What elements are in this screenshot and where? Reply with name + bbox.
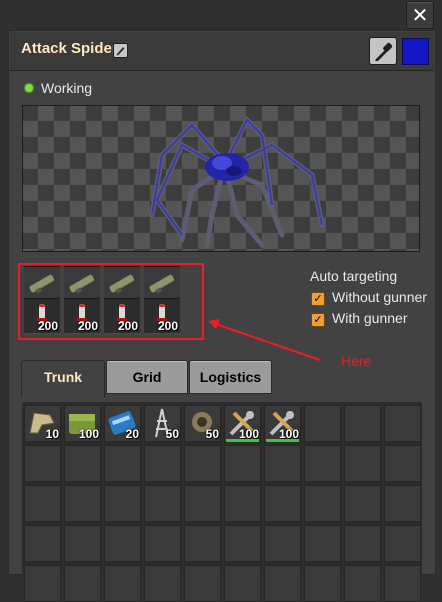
empty-slot[interactable] <box>24 565 61 602</box>
without-gunner-checkbox[interactable]: ✓ <box>311 292 325 306</box>
rocket-launcher-icon <box>149 274 175 294</box>
ammo-count: 200 <box>37 319 58 333</box>
rocket-launcher-icon <box>29 274 55 294</box>
item-count: 50 <box>205 427 219 441</box>
empty-slot[interactable] <box>184 485 221 522</box>
trunk-inventory-grid: 10 100 20 50 50 100 100 <box>22 402 422 602</box>
status-indicator-icon <box>25 84 33 92</box>
pencil-icon <box>116 47 125 56</box>
empty-slot[interactable] <box>64 565 101 602</box>
empty-slot[interactable] <box>304 525 341 562</box>
empty-slot[interactable] <box>144 485 181 522</box>
ammo-slot-1[interactable]: 200 <box>24 298 60 334</box>
empty-slot[interactable] <box>384 445 421 482</box>
without-gunner-label: Without gunner <box>332 289 427 305</box>
empty-slot[interactable] <box>104 445 141 482</box>
empty-slot[interactable] <box>304 565 341 602</box>
empty-slot[interactable] <box>144 525 181 562</box>
empty-slot[interactable] <box>24 445 61 482</box>
empty-slot[interactable] <box>64 445 101 482</box>
empty-slot[interactable] <box>64 525 101 562</box>
empty-slot[interactable] <box>104 485 141 522</box>
item-count: 10 <box>45 427 59 441</box>
trunk-slot-2[interactable]: 100 <box>64 405 101 442</box>
color-picker-button[interactable] <box>369 37 397 65</box>
empty-slot[interactable] <box>224 445 261 482</box>
rocket-launcher-icon <box>69 274 95 294</box>
checkmark-icon: ✓ <box>313 292 323 305</box>
empty-slot[interactable] <box>384 525 421 562</box>
empty-slot[interactable] <box>384 565 421 602</box>
with-gunner-checkbox[interactable]: ✓ <box>311 313 325 327</box>
annotation-arrow-icon <box>208 319 321 361</box>
close-icon: ✕ <box>411 3 429 27</box>
empty-slot[interactable] <box>184 445 221 482</box>
empty-slot[interactable] <box>304 445 341 482</box>
ammo-slot-4[interactable]: 200 <box>144 298 180 334</box>
entity-preview[interactable] <box>22 105 420 252</box>
rocket-launcher-icon <box>109 274 135 294</box>
ammo-slot-3[interactable]: 200 <box>104 298 140 334</box>
empty-slot[interactable] <box>104 525 141 562</box>
close-button[interactable]: ✕ <box>406 1 434 29</box>
empty-slot[interactable] <box>184 565 221 602</box>
tab-trunk[interactable]: Trunk <box>21 360 105 398</box>
empty-slot[interactable] <box>344 565 381 602</box>
auto-targeting-title: Auto targeting <box>310 268 398 284</box>
empty-slot[interactable] <box>264 565 301 602</box>
empty-slot[interactable] <box>224 485 261 522</box>
trunk-slot-6[interactable]: 100 <box>224 405 261 442</box>
ammo-count: 200 <box>77 319 98 333</box>
empty-slot[interactable] <box>144 445 181 482</box>
item-count: 20 <box>125 427 139 441</box>
gun-slot-3[interactable] <box>104 266 140 302</box>
status-text: Working <box>41 80 93 96</box>
empty-slot[interactable] <box>224 525 261 562</box>
empty-slot[interactable] <box>264 485 301 522</box>
empty-slot[interactable] <box>24 485 61 522</box>
durability-bar <box>226 439 259 442</box>
item-count: 50 <box>165 427 179 441</box>
trunk-slot-5[interactable]: 50 <box>184 405 221 442</box>
with-gunner-label: With gunner <box>332 310 408 326</box>
tab-logistics[interactable]: Logistics <box>189 360 272 394</box>
ammo-slot-2[interactable]: 200 <box>64 298 100 334</box>
item-count: 100 <box>78 427 99 441</box>
gun-slot-4[interactable] <box>144 266 180 302</box>
eyedropper-icon <box>375 42 393 61</box>
empty-slot[interactable] <box>304 485 341 522</box>
spidertron-preview-icon <box>149 115 325 248</box>
trunk-slot-1[interactable]: 10 <box>24 405 61 442</box>
checkmark-icon: ✓ <box>313 313 323 326</box>
empty-slot[interactable] <box>264 525 301 562</box>
empty-slot[interactable] <box>144 565 181 602</box>
annotation-label: Here <box>341 353 372 369</box>
empty-slot[interactable] <box>344 525 381 562</box>
trunk-slot-7[interactable]: 100 <box>264 405 301 442</box>
tab-grid[interactable]: Grid <box>106 360 188 394</box>
empty-slot[interactable] <box>384 405 421 442</box>
empty-slot[interactable] <box>304 405 341 442</box>
trunk-slot-4[interactable]: 50 <box>144 405 181 442</box>
ammo-count: 200 <box>157 319 178 333</box>
empty-slot[interactable] <box>344 485 381 522</box>
trunk-slot-3[interactable]: 20 <box>104 405 141 442</box>
empty-slot[interactable] <box>184 525 221 562</box>
empty-slot[interactable] <box>264 445 301 482</box>
empty-slot[interactable] <box>104 565 141 602</box>
rename-button[interactable] <box>113 43 128 58</box>
empty-slot[interactable] <box>24 525 61 562</box>
window-top-bar <box>0 0 442 30</box>
empty-slot[interactable] <box>344 405 381 442</box>
color-swatch[interactable] <box>402 38 429 65</box>
gun-slot-1[interactable] <box>24 266 60 302</box>
empty-slot[interactable] <box>224 565 261 602</box>
empty-slot[interactable] <box>344 445 381 482</box>
empty-slot[interactable] <box>64 485 101 522</box>
durability-bar <box>266 439 299 442</box>
ammo-count: 200 <box>117 319 138 333</box>
gun-slot-2[interactable] <box>64 266 100 302</box>
empty-slot[interactable] <box>384 485 421 522</box>
entity-title: Attack Spider <box>21 40 118 57</box>
